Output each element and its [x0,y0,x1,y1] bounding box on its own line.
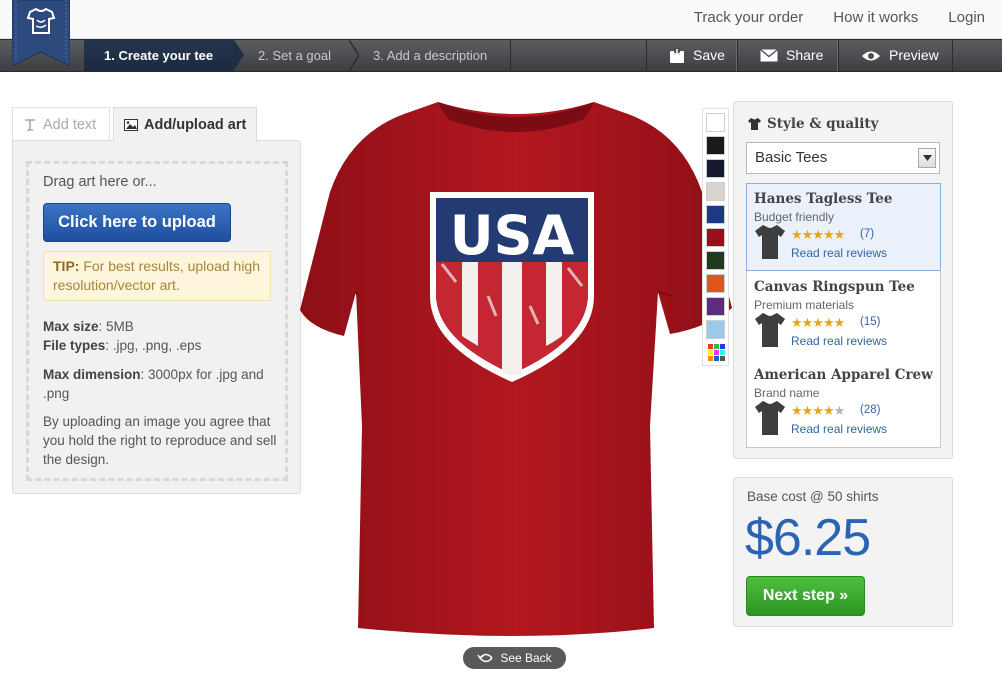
read-reviews-link[interactable]: Read real reviews [791,246,887,260]
style-select[interactable]: Basic Tees [746,142,940,174]
text-tool-icon [25,118,35,131]
product-thumbnail-icon [755,313,785,347]
style-select-value: Basic Tees [755,149,828,166]
top-links: Track your order How it works Login [694,9,985,27]
read-reviews-link[interactable]: Read real reviews [791,334,887,348]
step-create-tee[interactable]: 1. Create your tee [84,40,244,71]
chevron-down-icon [918,148,936,168]
product-subtitle: Premium materials [754,298,855,312]
max-dimension-label: Max dimension [43,367,141,382]
legal-notice: By uploading an image you agree that you… [43,414,277,467]
save-button[interactable]: Save [646,40,737,71]
tshirt-icon [748,118,761,130]
drop-zone-label: Drag art here or... [43,174,157,190]
tab-add-text[interactable]: Add text [12,107,110,141]
rating-stars: ★★★★★ [791,403,845,418]
shield-text: USA [450,204,575,267]
style-quality-panel: Style & quality Basic Tees Hanes Tagless… [733,101,953,459]
envelope-icon [760,49,778,62]
preview-button[interactable]: Preview [838,40,953,71]
file-types-info: File types: .jpg, .png, .eps [43,336,201,355]
product-american-apparel[interactable]: American Apparel Crew Brand name ★★★★★ (… [747,360,940,448]
product-canvas-ringspun[interactable]: Canvas Ringspun Tee Premium materials ★★… [747,272,940,360]
step-arrow-icon [234,40,244,70]
product-hanes-tagless[interactable]: Hanes Tagless Tee Budget friendly ★★★★★ … [746,183,941,271]
review-count: (7) [860,228,875,240]
product-name: Hanes Tagless Tee [754,191,893,207]
rating-stars: ★★★★★ [791,315,845,330]
step-set-goal-label: 2. Set a goal [258,48,331,63]
step-add-description-label: 3. Add a description [373,48,488,63]
app-root: Track your order How it works Login 1. C… [0,0,1002,684]
read-reviews-link[interactable]: Read real reviews [791,422,887,436]
color-swatch-red[interactable] [706,228,725,247]
color-swatch-royal[interactable] [706,205,725,224]
color-swatch-black[interactable] [706,136,725,155]
base-cost-label: Base cost @ 50 shirts [747,489,879,504]
color-swatch-natural[interactable] [706,182,725,201]
preview-label: Preview [889,47,939,63]
share-label: Share [786,47,824,63]
color-swatch-forest[interactable] [706,251,725,270]
save-label: Save [693,47,725,63]
logo[interactable] [11,0,71,67]
share-button[interactable]: Share [737,40,838,71]
how-it-works-link[interactable]: How it works [833,9,918,27]
rotate-icon [477,653,493,663]
tab-upload-art-label: Add/upload art [144,117,247,133]
see-back-label: See Back [500,651,552,665]
save-icon [670,47,684,63]
next-step-button[interactable]: Next step » [746,576,865,616]
upload-button[interactable]: Click here to upload [43,203,231,242]
image-icon [124,119,138,131]
tip-label: TIP: [53,258,80,274]
max-dimension-info: Max dimension: 3000px for .jpg and .png [43,365,268,403]
max-size-info: Max size: 5MB [43,317,134,336]
step-set-goal[interactable]: 2. Set a goal [244,40,359,71]
login-link[interactable]: Login [948,9,985,27]
step-add-description[interactable]: 3. Add a description [358,40,511,71]
style-quality-title: Style & quality [767,116,879,132]
tab-add-text-label: Add text [43,116,97,133]
product-subtitle: Brand name [754,386,820,400]
tip-text: For best results, upload high resolution… [53,258,260,293]
product-name: American Apparel Crew [754,367,933,383]
step-create-tee-label: 1. Create your tee [104,48,214,63]
top-header: Track your order How it works Login [0,0,1002,39]
color-swatch-navy-black[interactable] [706,159,725,178]
tab-upload-art[interactable]: Add/upload art [113,107,257,142]
style-quality-heading: Style & quality [748,116,878,132]
upload-panel: Drag art here or... Click here to upload… [12,140,301,494]
max-size-value: : 5MB [98,319,134,334]
color-swatch-orange[interactable] [706,274,725,293]
product-list: Hanes Tagless Tee Budget friendly ★★★★★ … [746,183,941,448]
color-swatch-purple[interactable] [706,297,725,316]
rating-stars: ★★★★★ [791,227,845,242]
cost-panel: Base cost @ 50 shirts $6.25 Next step » [733,477,953,627]
step-bar: 1. Create your tee 2. Set a goal 3. Add … [0,39,1002,72]
product-thumbnail-icon [755,401,785,435]
tip-box: TIP: For best results, upload high resol… [43,251,271,301]
max-size-label: Max size [43,319,99,334]
see-back-button[interactable]: See Back [463,647,566,669]
tshirt-preview: USA [300,102,732,636]
product-name: Canvas Ringspun Tee [754,279,915,295]
color-swatch-white[interactable] [706,113,725,132]
track-order-link[interactable]: Track your order [694,9,803,27]
color-picker [702,108,729,366]
review-count: (28) [860,404,881,416]
review-count: (15) [860,316,881,328]
product-subtitle: Budget friendly [754,210,835,224]
eye-icon [862,51,880,60]
product-thumbnail-icon [755,225,785,259]
file-types-label: File types [43,338,106,353]
more-colors-icon[interactable] [708,344,725,361]
color-swatch-light-blue[interactable] [706,320,725,339]
base-cost-value: $6.25 [745,509,871,567]
file-types-value: : .jpg, .png, .eps [105,338,202,353]
tshirt-logo-icon [11,0,71,67]
